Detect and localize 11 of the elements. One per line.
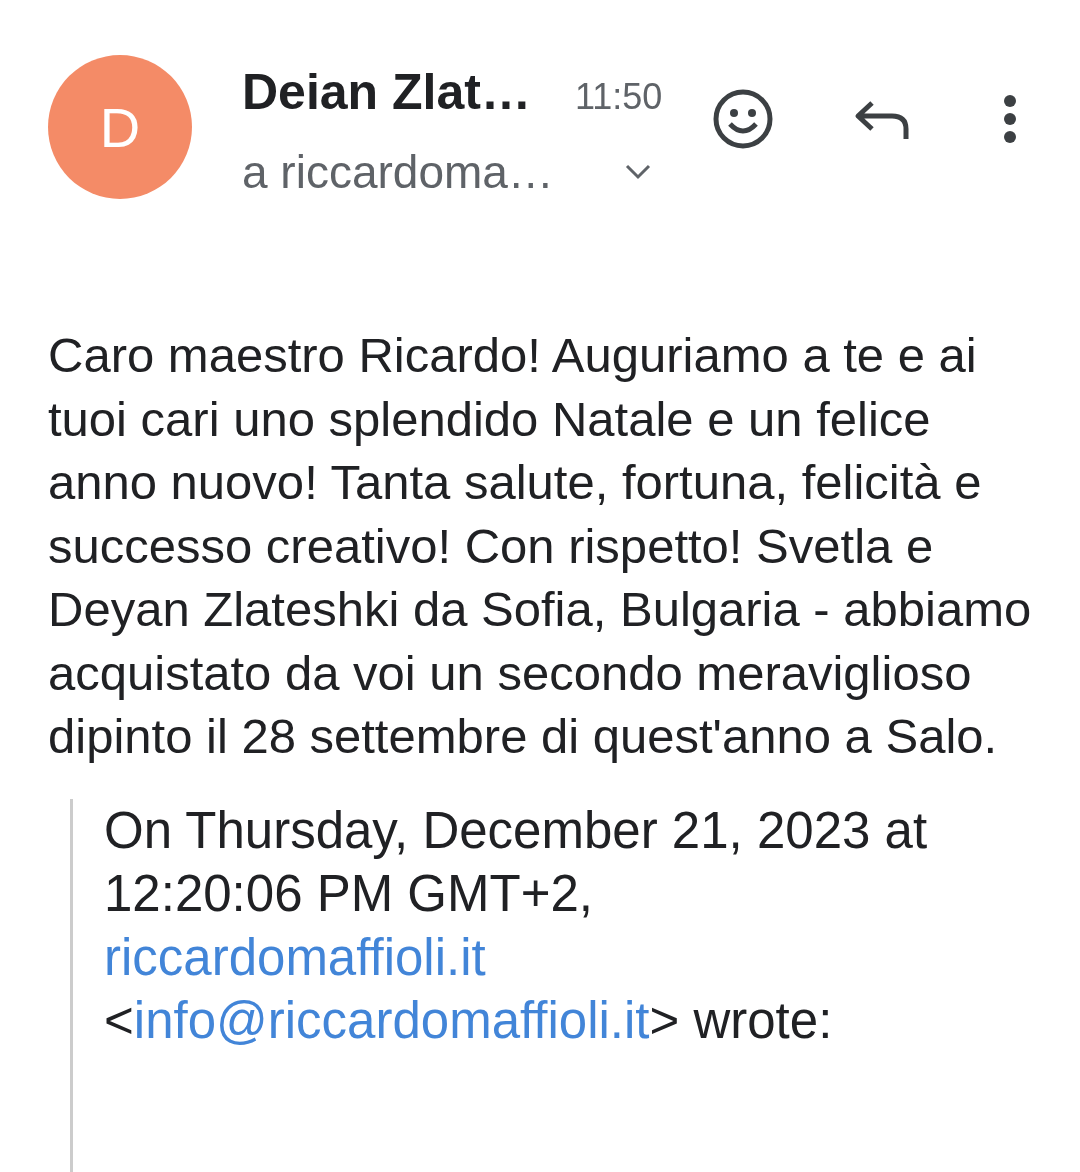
more-icon[interactable] xyxy=(1003,95,1017,143)
chevron-down-icon[interactable] xyxy=(624,163,652,181)
quoted-header: On Thursday, December 21, 2023 at 12:20:06 PM GMT+2, riccardomaffioli.it <info@riccardomaffioli.it> wrote: xyxy=(104,800,929,1051)
recipient: a riccardoma… xyxy=(242,145,555,199)
sender-link[interactable]: riccardomaffioli.it xyxy=(104,928,486,986)
sender-name: Deian Zlat… xyxy=(242,63,531,121)
avatar: D xyxy=(48,55,192,199)
time: 11:50 xyxy=(574,76,663,118)
email-link[interactable]: info@riccardomaffioli.it xyxy=(133,992,650,1049)
message-body: Caro maestro Ricardo! Auguriamo a te e ai tuoi cari uno splendido Natale e un felice anno nuovo! Tanta salute, fortuna, felicità e successo creativo! Con rispetto! Svetla e Deyan Zlateshki da Sofia, Bulgaria - abbiamo acquistato da voi un secondo meraviglioso dipinto il 28 settembre di quest'anno a Salo. xyxy=(48,327,1033,765)
smiley-icon[interactable] xyxy=(712,88,774,150)
